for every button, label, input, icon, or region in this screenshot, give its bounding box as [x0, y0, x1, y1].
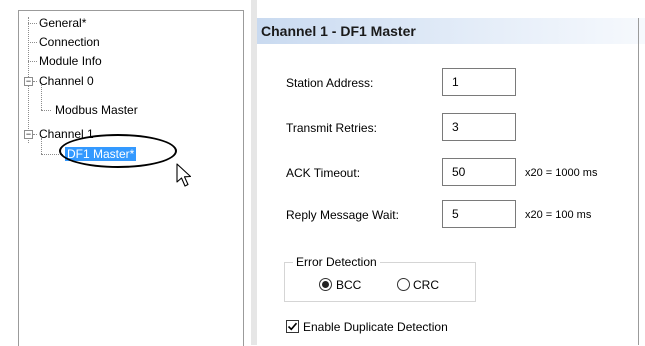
tree-item-connection[interactable]: Connection [39, 35, 100, 49]
navigation-tree: General* Connection Module Info − Channe… [18, 10, 244, 346]
tree-line [33, 134, 37, 135]
crc-radio[interactable] [397, 278, 410, 291]
tree-item-modbus-master[interactable]: Modbus Master [55, 103, 138, 117]
panel-border [638, 18, 639, 345]
duplicate-detection-checkbox[interactable] [286, 320, 299, 333]
station-address-label: Station Address: [286, 76, 374, 90]
transmit-retries-label: Transmit Retries: [286, 121, 377, 135]
tree-line [41, 110, 51, 111]
ack-timeout-unit: x20 = 1000 ms [525, 167, 598, 179]
crc-label[interactable]: CRC [413, 278, 439, 292]
collapse-icon[interactable]: − [24, 77, 33, 86]
panel-header: Channel 1 - DF1 Master [257, 18, 645, 44]
ack-timeout-label: ACK Timeout: [286, 166, 361, 180]
reply-message-wait-field[interactable] [442, 200, 516, 228]
tree-item-general[interactable]: General* [39, 16, 86, 30]
mouse-cursor-icon [176, 163, 192, 187]
reply-message-wait-label: Reply Message Wait: [286, 208, 399, 222]
error-detection-title: Error Detection [293, 255, 380, 269]
tree-line [41, 85, 42, 110]
checkmark-icon [287, 322, 298, 331]
tree-item-channel-0[interactable]: Channel 0 [39, 74, 94, 88]
settings-panel: Channel 1 - DF1 Master Station Address: … [257, 0, 645, 345]
radio-dot [322, 281, 329, 288]
station-address-field[interactable] [442, 68, 516, 96]
bcc-radio[interactable] [319, 278, 332, 291]
bcc-label[interactable]: BCC [336, 278, 361, 292]
reply-message-wait-unit: x20 = 100 ms [525, 209, 592, 221]
collapse-icon[interactable]: − [24, 130, 33, 139]
tree-line [28, 61, 37, 62]
duplicate-detection-label[interactable]: Enable Duplicate Detection [303, 320, 448, 334]
tree-line [33, 81, 37, 82]
highlight-oval [59, 134, 177, 168]
transmit-retries-field[interactable] [442, 113, 516, 141]
tree-line [28, 42, 37, 43]
panel-title: Channel 1 - DF1 Master [261, 23, 416, 39]
ack-timeout-field[interactable] [442, 158, 516, 186]
tree-line [28, 23, 37, 24]
tree-item-module-info[interactable]: Module Info [39, 54, 102, 68]
